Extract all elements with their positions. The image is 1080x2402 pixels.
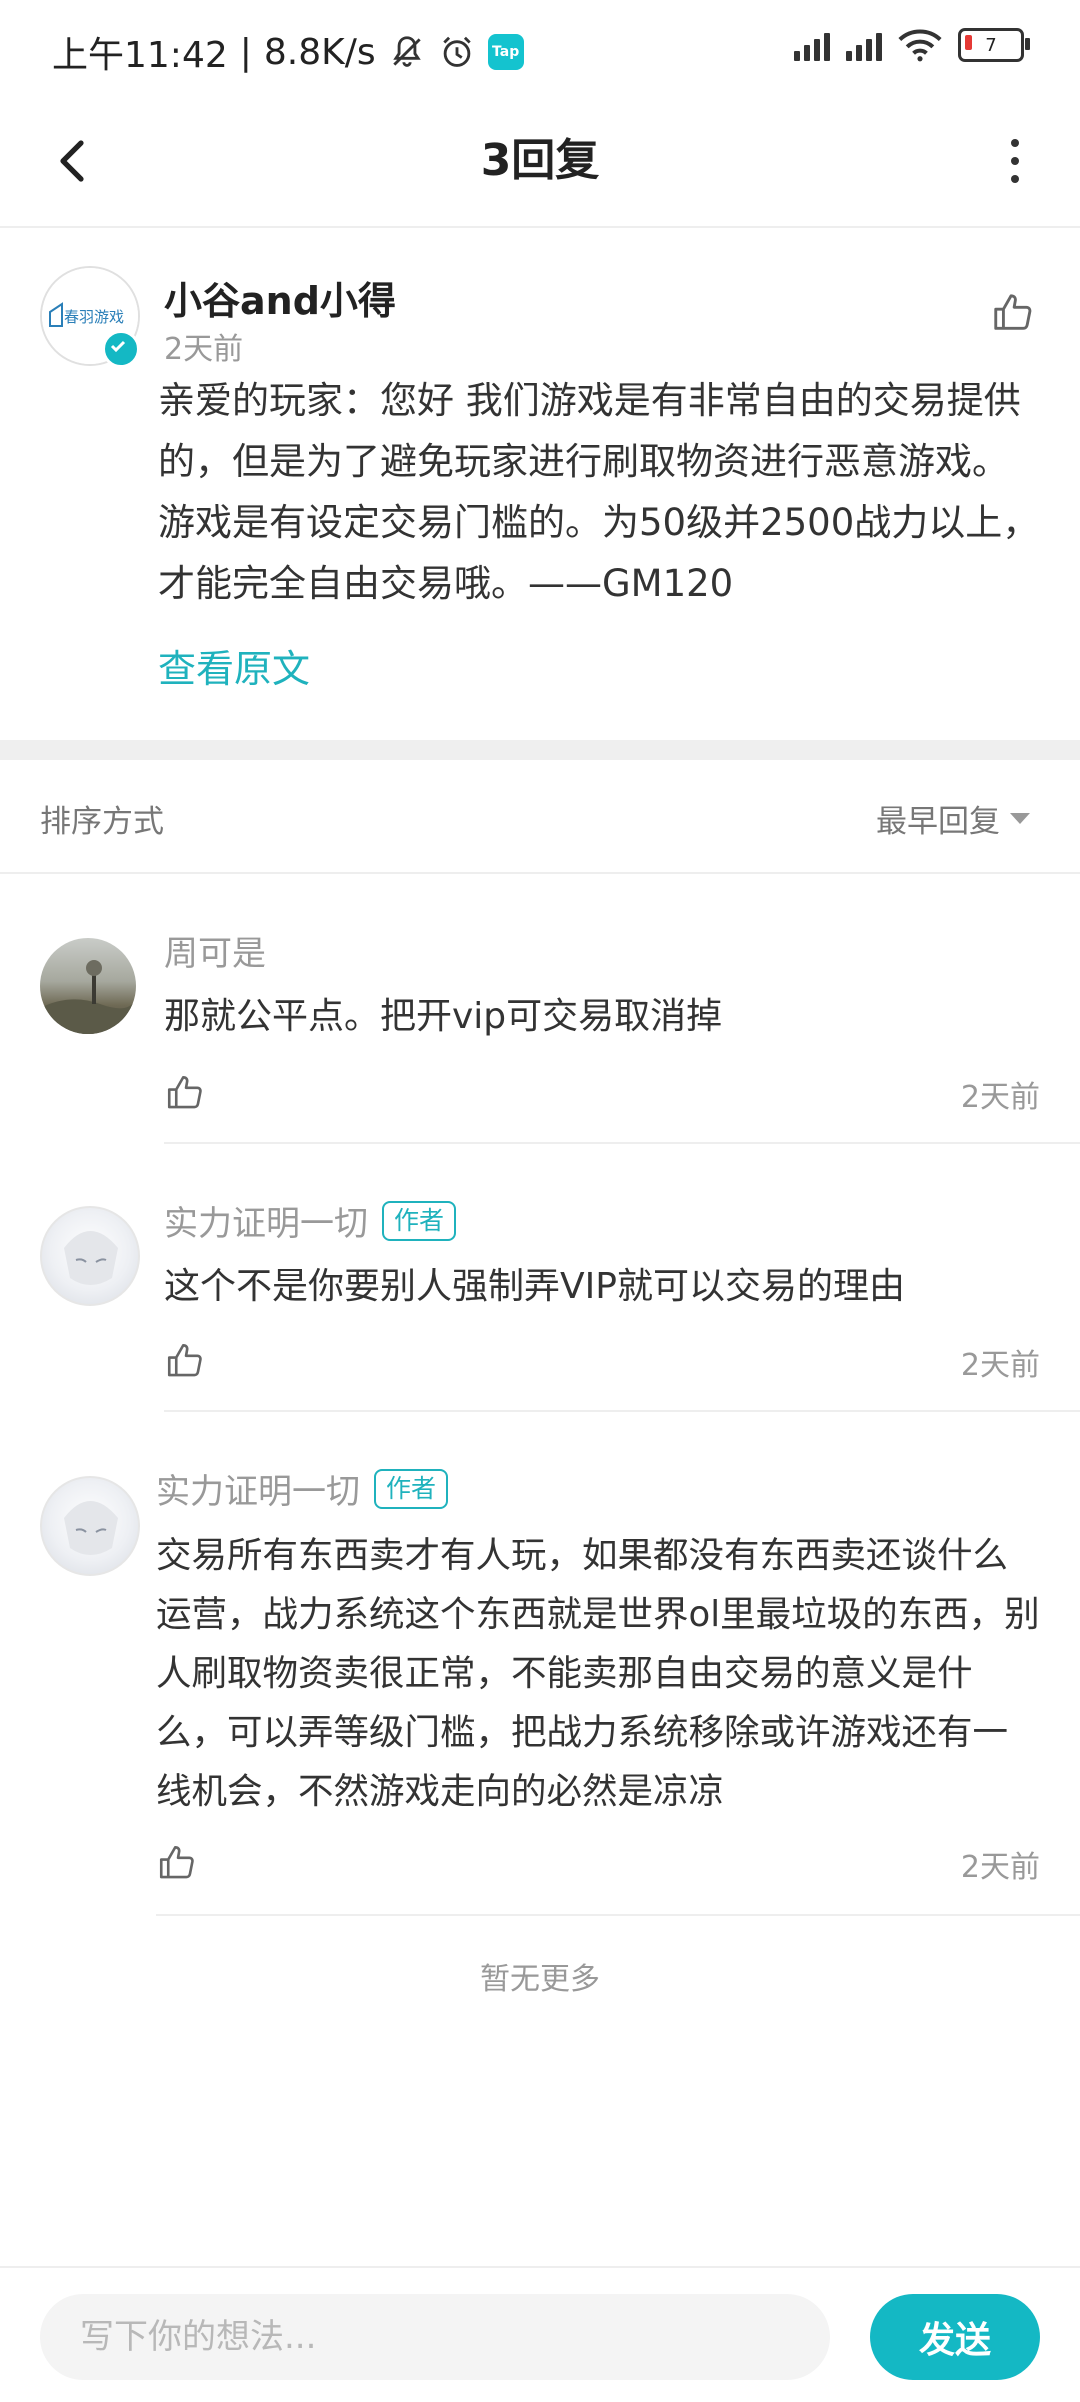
reply-avatar[interactable] [40,1476,140,1576]
section-divider [0,740,1080,760]
reply-text: 这个不是你要别人强制弄VIP就可以交易的理由 [164,1266,905,1307]
more-dots-icon [1011,139,1019,147]
status-time: 上午11:42 [52,35,228,76]
like-icon[interactable] [164,1072,206,1114]
comment-composer: 发送 [0,2266,1080,2402]
post-author-name[interactable]: 小谷and小得 [164,270,396,325]
reply-author-text: 实力证明一切 [164,1204,368,1244]
bell-muted-icon [392,36,421,67]
view-original-link[interactable]: 查看原文 [158,638,310,693]
hd-signal-icon [846,29,882,61]
status-bar: 上午11:42 | 8.8K/s Tap 7 [0,0,1080,96]
signal-icon [794,29,830,61]
no-more-text: 暂无更多 [480,1962,600,1997]
like-icon[interactable] [990,290,1036,336]
author-tag-badge: 作者 [374,1468,449,1509]
reply-item: 实力证明一切 作者 交易所有东西卖才有人玩，如果都没有东西卖还谈什么运营，战力系… [0,1412,1080,1922]
reply-avatar[interactable] [40,938,136,1034]
page-title: 3回复 [480,135,600,186]
avatar-logo-text: 春羽游戏 [64,308,124,326]
author-tag-badge: 作者 [382,1200,457,1241]
landscape-photo-icon [40,960,136,1034]
anime-character-icon [64,1501,118,1555]
like-icon[interactable] [156,1842,198,1884]
sort-value-label: 最早回复 [876,804,1000,840]
status-right: 7 [794,28,1030,62]
back-button[interactable] [38,126,108,196]
tap-app-icon: Tap [487,34,524,70]
sort-bar: 排序方式 最早回复 [0,760,1080,874]
reply-author-text: 实力证明一切 [156,1472,360,1512]
alarm-icon [442,36,471,67]
reply-item: 实力证明一切 作者 这个不是你要别人强制弄VIP就可以交易的理由 2天前 [0,1144,1080,1414]
top-nav-bar: 3回复 [0,96,1080,228]
reply-divider [156,1914,1080,1916]
wifi-icon [898,29,942,62]
reply-author-name[interactable]: 周可是 [164,926,266,975]
battery-icon: 7 [958,28,1030,62]
reply-time: 2天前 [960,1348,1040,1383]
post-time: 2天前 [164,332,244,367]
reply-time: 2天前 [960,1080,1040,1115]
sort-label: 排序方式 [40,804,164,840]
main-post: 春羽游戏 小谷and小得 2天前 亲爱的玩家：您好 我们游戏是有非常自由的交易提… [0,228,1080,740]
back-arrow-icon [60,140,84,182]
verified-badge-icon [102,330,140,368]
reply-item: 周可是 那就公平点。把开vip可交易取消掉 2天前 [0,874,1080,1144]
reply-author-text: 周可是 [164,934,266,974]
send-button[interactable]: 发送 [870,2294,1040,2380]
post-body-text: 亲爱的玩家：您好 我们游戏是有非常自由的交易提供的，但是为了避免玩家进行刷取物资… [158,379,1040,605]
status-separator: | [239,31,252,73]
reply-avatar[interactable] [40,1206,140,1306]
reply-time: 2天前 [960,1850,1040,1885]
reply-author-name[interactable]: 实力证明一切 作者 [156,1464,449,1513]
comment-input[interactable] [40,2294,830,2380]
sort-dropdown[interactable]: 最早回复 [876,796,1030,841]
battery-level: 7 [985,34,997,56]
reply-text: 交易所有东西卖才有人玩，如果都没有东西卖还谈什么运营，战力系统这个东西就是世界o… [156,1535,1040,1812]
caret-down-icon [1010,813,1030,824]
like-icon[interactable] [164,1340,206,1382]
reply-text: 那就公平点。把开vip可交易取消掉 [164,996,723,1037]
anime-character-icon [64,1231,118,1285]
network-speed: 8.8K/s [263,31,376,73]
status-left: 上午11:42 | 8.8K/s Tap [52,26,524,78]
more-options-button[interactable] [980,126,1050,196]
reply-author-name[interactable]: 实力证明一切 作者 [164,1196,457,1245]
